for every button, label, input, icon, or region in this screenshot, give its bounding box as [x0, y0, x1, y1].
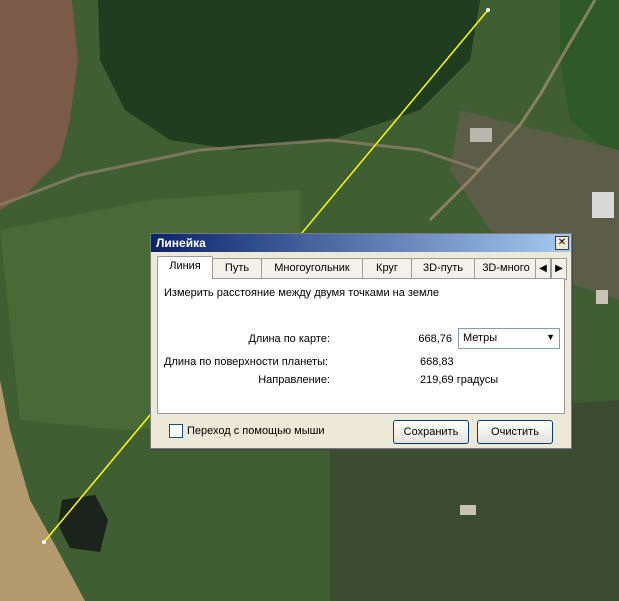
measure-end-point[interactable]	[42, 540, 46, 544]
clear-button[interactable]: Очистить	[477, 420, 553, 444]
tab-path[interactable]: Путь	[212, 258, 262, 278]
tab-line[interactable]: Линия	[157, 256, 213, 279]
tab-3d-polygon[interactable]: 3D-много	[474, 258, 538, 278]
map-length-value: 668,76	[418, 333, 452, 345]
tab-panel-line: Измерить расстояние между двумя точками …	[157, 278, 565, 414]
tab-polygon[interactable]: Многоугольник	[261, 258, 363, 278]
tab-scroll-left-icon[interactable]: ◀	[535, 258, 551, 280]
mouse-nav-checkbox[interactable]	[169, 424, 183, 438]
heading-value: 219,69 градусы	[420, 374, 499, 386]
measure-start-point[interactable]	[486, 8, 490, 12]
measure-description: Измерить расстояние между двумя точками …	[164, 287, 440, 299]
tab-3d-path[interactable]: 3D-путь	[411, 258, 475, 278]
mouse-nav-label[interactable]: Переход с помощью мыши	[187, 425, 325, 437]
close-icon[interactable]: ✕	[555, 236, 569, 250]
tab-bar: Линия Путь Многоугольник Круг 3D-путь 3D…	[157, 256, 547, 279]
tab-scroll-right-icon[interactable]: ▶	[551, 258, 567, 280]
save-button[interactable]: Сохранить	[393, 420, 469, 444]
units-select[interactable]: Метры ▼	[458, 328, 560, 349]
dialog-title: Линейка	[156, 236, 206, 250]
map-length-label: Длина по карте:	[248, 333, 330, 345]
dialog-titlebar[interactable]: Линейка ✕	[151, 234, 571, 252]
tab-circle[interactable]: Круг	[362, 258, 412, 278]
units-selected-value: Метры	[463, 332, 498, 344]
surface-length-label: Длина по поверхности планеты:	[164, 356, 329, 368]
ruler-dialog: Линейка ✕ Линия Путь Многоугольник Круг …	[150, 233, 572, 449]
surface-length-value: 668,83	[420, 356, 454, 368]
chevron-down-icon: ▼	[546, 332, 555, 342]
heading-label: Направление:	[258, 374, 330, 386]
